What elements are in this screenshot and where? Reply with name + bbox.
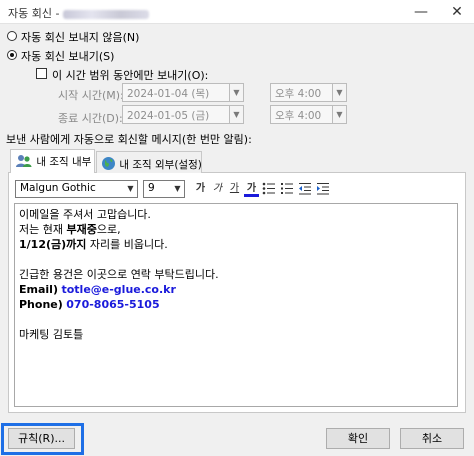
message-text: 으로,	[96, 223, 121, 236]
message-text: 저는 현재	[19, 223, 67, 236]
message-line: 저는 현재 부재중으로,	[19, 222, 453, 237]
font-name-value: Malgun Gothic	[20, 182, 96, 194]
font-color-button[interactable]: 가	[244, 180, 259, 197]
minimize-button[interactable]: —	[404, 0, 438, 24]
window-title-text: 자동 회신 -	[8, 7, 60, 20]
signature-line: 마케팅 김토틀	[19, 327, 453, 342]
decrease-indent-icon[interactable]	[298, 182, 312, 198]
start-date-field[interactable]: 2024-01-04 (목)	[122, 83, 230, 102]
chevron-down-icon: ▼	[233, 110, 240, 119]
message-text: 이메일을 주셔서 고맙습니다.	[19, 208, 151, 221]
tab-outside-label: 내 조직 외부(설정)	[119, 159, 202, 171]
email-link[interactable]: totle@e-glue.co.kr	[61, 283, 175, 296]
close-button[interactable]: ✕	[440, 0, 474, 24]
message-section-label: 보낸 사람에게 자동으로 회신할 메시지(한 번만 알림):	[6, 133, 252, 146]
phone-label: Phone)	[19, 298, 63, 311]
no-auto-reply-radio[interactable]	[7, 31, 17, 41]
chevron-down-icon[interactable]: ▼	[171, 181, 184, 197]
start-time-dropdown[interactable]: ▼	[332, 83, 347, 102]
end-time-label: 종료 시간(D):	[58, 112, 123, 125]
tab-inside-label: 내 조직 내부	[36, 156, 92, 168]
phone-line: Phone) 070-8065-5105	[19, 297, 453, 312]
end-time-dropdown[interactable]: ▼	[332, 105, 347, 124]
underline-button[interactable]: 가	[227, 180, 242, 197]
people-icon	[16, 155, 32, 167]
bullet-list-icon[interactable]	[262, 182, 276, 198]
end-date-dropdown[interactable]: ▼	[229, 105, 244, 124]
message-bold-text: 1/12(금)까지	[19, 238, 87, 251]
chevron-down-icon: ▼	[336, 88, 343, 97]
message-text: 긴급한 용건은 이곳으로 연락 부탁드립니다.	[19, 268, 219, 281]
end-date-field[interactable]: 2024-01-05 (금)	[122, 105, 230, 124]
tab-inside-organization[interactable]: 내 조직 내부	[10, 149, 95, 173]
message-line: 1/12(금)까지 자리를 비웁니다.	[19, 237, 453, 252]
font-name-combo[interactable]: Malgun Gothic	[15, 180, 138, 198]
cancel-button[interactable]: 취소	[400, 428, 464, 449]
chevron-down-icon: ▼	[336, 110, 343, 119]
message-editor[interactable]: 이메일을 주셔서 고맙습니다. 저는 현재 부재중으로, 1/12(금)까지 자…	[14, 203, 458, 407]
window-title: 자동 회신 -	[8, 5, 150, 21]
italic-button[interactable]: 가	[210, 180, 225, 197]
tab-outside-organization[interactable]: 내 조직 외부(설정)	[96, 151, 202, 173]
bold-button[interactable]: 가	[193, 180, 208, 197]
redacted-account	[63, 9, 150, 19]
rules-button[interactable]: 규칙(R)...	[8, 428, 75, 449]
globe-icon	[102, 157, 115, 170]
email-line: Email) totle@e-glue.co.kr	[19, 282, 453, 297]
start-time-field[interactable]: 오후 4:00	[270, 83, 333, 102]
message-text: 자리를 비웁니다.	[86, 238, 168, 251]
increase-indent-icon[interactable]	[316, 182, 330, 198]
message-line: 이메일을 주셔서 고맙습니다.	[19, 207, 453, 222]
phone-value: 070-8065-5105	[66, 298, 160, 311]
time-range-label[interactable]: 이 시간 범위 동안에만 보내기(O):	[52, 67, 208, 83]
start-date-dropdown[interactable]: ▼	[229, 83, 244, 102]
time-range-checkbox[interactable]	[36, 68, 47, 79]
email-label: Email)	[19, 283, 58, 296]
signature-text: 마케팅 김토틀	[19, 328, 84, 341]
no-auto-reply-label[interactable]: 자동 회신 보내지 않음(N)	[21, 29, 139, 45]
font-size-value: 9	[148, 182, 155, 194]
send-auto-reply-radio[interactable]	[7, 50, 17, 60]
numbered-list-icon[interactable]	[280, 182, 294, 198]
send-auto-reply-label[interactable]: 자동 회신 보내기(S)	[21, 48, 114, 64]
message-bold-text: 부재중	[66, 223, 97, 236]
message-line: 긴급한 용건은 이곳으로 연락 부탁드립니다.	[19, 267, 453, 282]
end-time-field[interactable]: 오후 4:00	[270, 105, 333, 124]
chevron-down-icon[interactable]: ▼	[124, 181, 137, 197]
start-time-label: 시작 시간(M):	[58, 89, 124, 102]
chevron-down-icon: ▼	[233, 88, 240, 97]
ok-button[interactable]: 확인	[326, 428, 390, 449]
